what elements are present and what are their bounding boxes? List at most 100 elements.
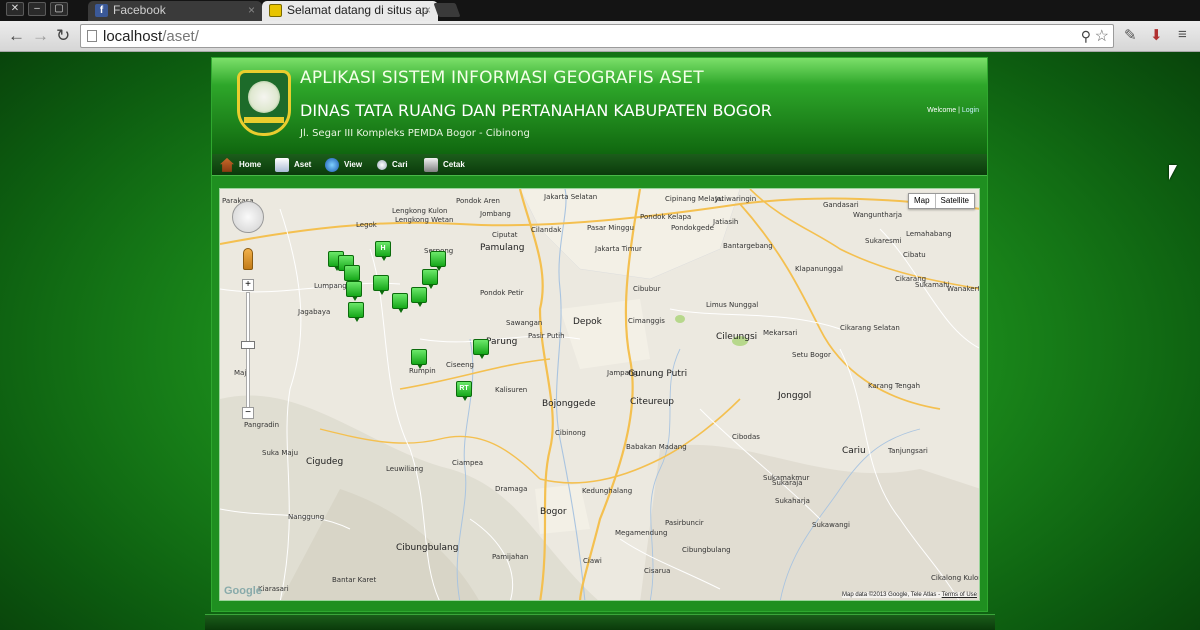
place-label: Cisarua	[644, 567, 671, 575]
asset-marker[interactable]	[344, 265, 360, 285]
pan-control[interactable]	[232, 201, 264, 233]
place-label: Setu Bogor	[792, 351, 831, 359]
bogor-logo-icon	[269, 4, 282, 17]
close-icon[interactable]: ×	[424, 1, 431, 20]
place-label: Klapanunggal	[795, 265, 843, 273]
mouse-cursor-icon	[1169, 165, 1177, 180]
place-label: Mekarsari	[763, 329, 798, 337]
place-label: Lengkong Wetan	[395, 216, 454, 224]
menu-aset[interactable]: Aset	[275, 157, 311, 173]
menu-cetak[interactable]: Cetak	[424, 157, 465, 173]
place-label: Pamulang	[480, 243, 525, 253]
place-label: Leuwiliang	[386, 465, 424, 473]
place-label: Pondok Aren	[456, 197, 500, 205]
zoom-out-button[interactable]: −	[242, 407, 254, 419]
place-label: Jagabaya	[298, 308, 331, 316]
asset-marker[interactable]: RT	[456, 381, 472, 401]
close-icon[interactable]: ×	[248, 1, 255, 20]
place-label: Nanggung	[288, 513, 325, 521]
google-map[interactable]: Parakasa Legok Pondok Aren Jakarta Selat…	[219, 188, 980, 601]
extension-icon[interactable]: ✎	[1124, 26, 1137, 44]
map-type-satellite-button[interactable]: Satellite	[934, 194, 974, 208]
tab-aset[interactable]: Selamat datang di situs ap ×	[262, 1, 438, 21]
download-icon[interactable]: ⬇	[1150, 26, 1163, 44]
menu-view[interactable]: View	[325, 157, 362, 173]
terms-link[interactable]: Terms of Use	[942, 592, 977, 598]
minimize-icon[interactable]: –	[28, 2, 46, 16]
place-label: Pondok Petir	[480, 289, 524, 297]
search-icon[interactable]: ⚲	[1081, 28, 1091, 45]
facebook-icon: f	[95, 4, 108, 17]
url-text[interactable]: localhost/aset/	[103, 28, 199, 45]
footer-bar	[205, 614, 995, 630]
place-label: Wanakerta	[947, 285, 980, 293]
place-label: Lengkong Kulon	[392, 207, 448, 215]
auth-links: Welcome | Login	[927, 107, 979, 114]
place-label: Jonggol	[778, 391, 812, 401]
place-label: Pangradin	[244, 421, 280, 429]
address-bar[interactable]: localhost/aset/ ⚲ ☆	[80, 24, 1114, 48]
page-icon	[87, 30, 97, 42]
zoom-in-button[interactable]: +	[242, 279, 254, 291]
asset-marker[interactable]	[373, 275, 389, 295]
place-label: Babakan Madang	[626, 443, 687, 451]
app-title: APLIKASI SISTEM INFORMASI GEOGRAFIS ASET	[300, 68, 704, 88]
reload-icon[interactable]: ↻	[56, 26, 70, 46]
place-label: Pamijahan	[492, 553, 529, 561]
tab-facebook[interactable]: f Facebook ×	[88, 1, 262, 21]
place-label: Cibungbulang	[682, 546, 731, 554]
place-label: Sukaresmi	[865, 237, 902, 245]
place-label: Kiarasari	[258, 585, 289, 593]
asset-marker[interactable]	[430, 251, 446, 271]
zoom-slider-handle[interactable]	[241, 341, 255, 349]
asset-marker[interactable]	[473, 339, 489, 359]
forward-icon[interactable]: →	[32, 26, 49, 46]
place-label: Bantargebang	[723, 242, 773, 250]
place-label: Parung	[486, 337, 518, 347]
place-label: Pasir Putih	[528, 332, 565, 340]
close-icon[interactable]: ✕	[6, 2, 24, 16]
tab-title: Selamat datang di situs ap	[287, 3, 429, 17]
restore-icon[interactable]: ▢	[50, 2, 68, 16]
place-label: Sukaharja	[775, 497, 810, 505]
login-link[interactable]: Login	[962, 107, 979, 114]
asset-marker[interactable]	[348, 302, 364, 322]
place-label: Cibatu	[903, 251, 926, 259]
map-type-map-button[interactable]: Map	[909, 194, 935, 208]
page-container: APLIKASI SISTEM INFORMASI GEOGRAFIS ASET…	[211, 57, 988, 612]
place-label: Pasar Minggu	[587, 224, 634, 232]
asset-marker[interactable]	[392, 293, 408, 313]
back-icon[interactable]: ←	[8, 26, 25, 46]
menu-home[interactable]: Home	[220, 157, 261, 173]
tab-title: Facebook	[113, 3, 166, 17]
asset-marker[interactable]	[411, 287, 427, 307]
pegman-icon[interactable]	[243, 248, 253, 270]
place-label: Wanguntharja	[853, 211, 903, 219]
star-icon[interactable]: ☆	[1095, 26, 1109, 46]
place-label: Cimanggis	[628, 317, 665, 325]
place-label: Karang Tengah	[868, 382, 921, 390]
place-label: Cikalong Kulon	[931, 574, 980, 582]
place-label: Jatiasih	[713, 218, 739, 226]
asset-marker[interactable]	[346, 281, 362, 301]
asset-marker[interactable]	[422, 269, 438, 289]
place-label: Dramaga	[495, 485, 528, 493]
asset-marker[interactable]	[411, 349, 427, 369]
zoom-slider-track[interactable]	[246, 292, 250, 412]
browser-tabstrip: ✕ – ▢ f Facebook × Selamat datang di sit…	[0, 0, 1200, 21]
asset-marker[interactable]: H	[375, 241, 391, 261]
place-label: Suka Maju	[262, 449, 299, 457]
menu-icon[interactable]: ≡	[1178, 26, 1187, 43]
place-label: Bantar Karet	[332, 576, 377, 584]
place-label: Cikarang Selatan	[840, 324, 900, 332]
google-logo: Google	[224, 585, 262, 597]
place-label: Cibinong	[555, 429, 586, 437]
place-label: Legok	[356, 221, 377, 229]
kabupaten-bogor-logo	[237, 70, 291, 136]
place-label: Sukamahi	[915, 281, 950, 289]
menu-cari[interactable]: Cari	[377, 157, 408, 173]
place-label: Cibungbulang	[396, 543, 459, 553]
new-tab-button[interactable]	[433, 3, 461, 17]
place-label: Jakarta Timur	[595, 245, 642, 253]
document-icon	[275, 157, 289, 172]
